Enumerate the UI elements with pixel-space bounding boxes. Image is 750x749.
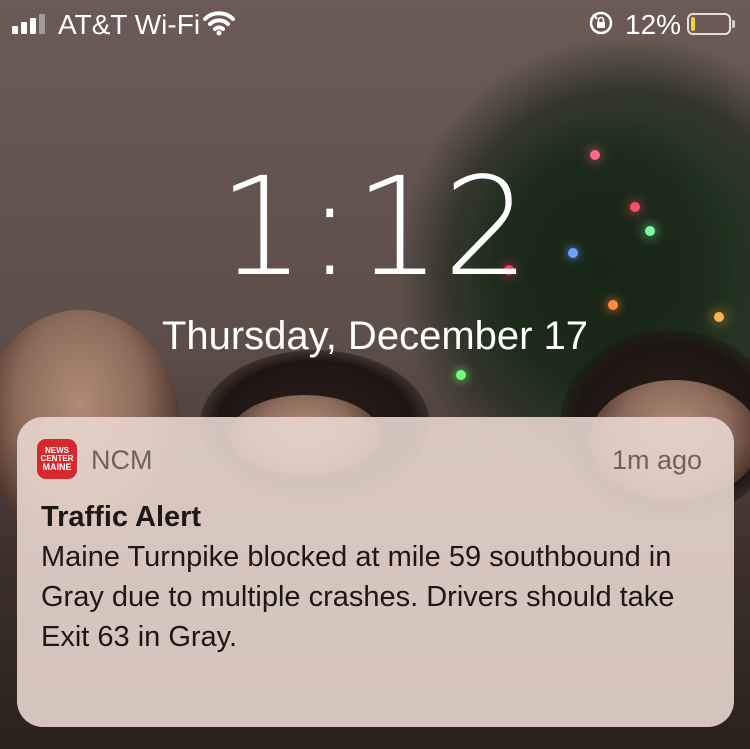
notification-app-name: NCM <box>91 445 153 475</box>
lock-screen-date: Thursday, December 17 <box>161 314 589 358</box>
app-icon-text: MAINE <box>42 461 72 472</box>
battery-icon <box>687 13 735 35</box>
status-bar: AT&T Wi-Fi 12% <box>0 0 750 48</box>
battery-percent: 12% <box>625 9 682 40</box>
carrier-label: AT&T Wi-Fi <box>58 9 201 40</box>
battery-nub <box>732 20 735 28</box>
signal-icon <box>12 14 45 34</box>
app-icon: NEWS CENTER MAINE <box>37 439 77 479</box>
battery-fill <box>691 17 695 31</box>
wifi-icon <box>203 9 235 42</box>
notification-card[interactable]: NEWS CENTER MAINE NCM 1m ago Traffic Ale… <box>17 417 734 727</box>
tree-light <box>456 370 466 380</box>
tree-light <box>590 150 600 160</box>
notification-title: Traffic Alert <box>41 501 202 533</box>
tree-light <box>608 300 618 310</box>
notification-timestamp: 1m ago <box>611 445 702 475</box>
lock-screen-clock: 1:12 <box>218 149 532 307</box>
notification-body: Maine Turnpike blocked at mile 59 southb… <box>41 541 675 653</box>
rotation-lock-icon <box>588 10 614 41</box>
